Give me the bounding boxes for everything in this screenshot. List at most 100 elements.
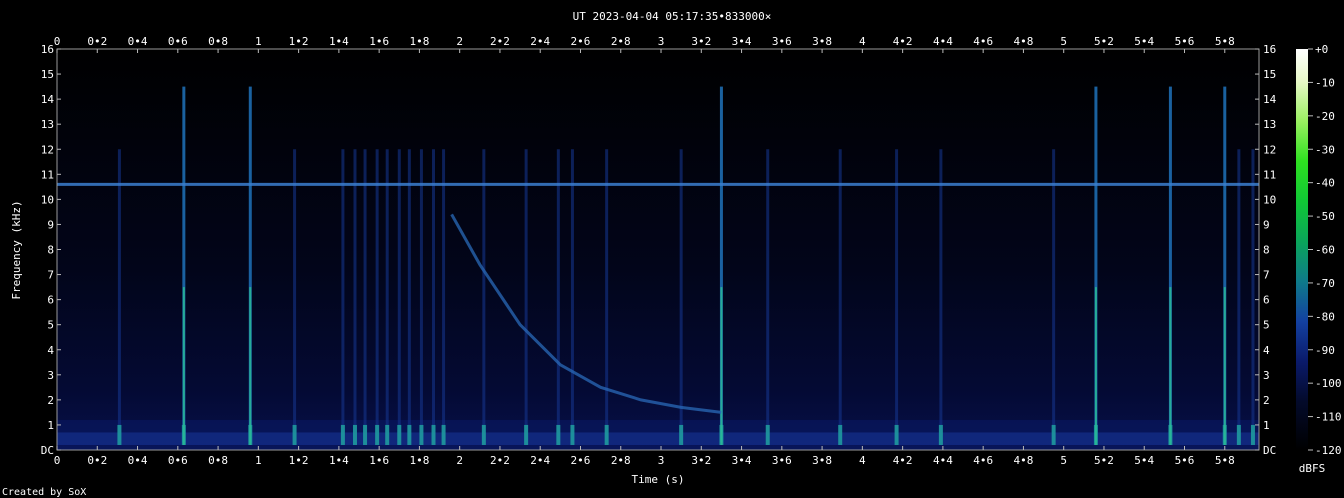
x-tick-label: 5•8 — [1215, 454, 1235, 467]
sferic-base — [604, 424, 609, 445]
colorbar-tick-label: -100 — [1315, 377, 1342, 390]
y-tick-label: 7 — [47, 269, 54, 282]
x-tick-label-top: 1 — [255, 35, 262, 48]
y-tick-label: 13 — [41, 118, 54, 131]
sferic-core — [1094, 287, 1097, 445]
sferic-base — [556, 424, 561, 445]
y-tick-label: 3 — [47, 369, 54, 382]
x-tick-label: 5•4 — [1134, 454, 1154, 467]
y-tick-label-right: 4 — [1263, 344, 1270, 357]
x-tick-label: 1•2 — [289, 454, 309, 467]
colorbar-label: dBFS — [1299, 462, 1326, 475]
sferic-core — [1223, 287, 1226, 445]
y-tick-label-right: 16 — [1263, 43, 1276, 56]
colorbar-tick-label: +0 — [1315, 43, 1328, 56]
sferic-streak — [838, 149, 842, 443]
sferic-streak — [482, 149, 486, 443]
sferic-streak — [353, 149, 357, 443]
x-tick-label-top: 3•2 — [691, 35, 711, 48]
x-tick-label-top: 1•6 — [369, 35, 389, 48]
x-tick-label-top: 0•8 — [208, 35, 228, 48]
sferic-base — [938, 424, 943, 445]
x-tick-label-top: 3•6 — [772, 35, 792, 48]
y-tick-label-right: 14 — [1263, 93, 1277, 106]
x-tick-label-top: 5•6 — [1175, 35, 1195, 48]
sferic-streak — [397, 149, 401, 443]
colorbar-tick-label: -80 — [1315, 310, 1335, 323]
sferic-base — [397, 424, 402, 445]
x-tick-label-top: 3•8 — [812, 35, 832, 48]
low-frequency-core — [57, 432, 1259, 445]
sferic-base — [481, 424, 486, 445]
y-tick-label-right: 15 — [1263, 68, 1276, 81]
x-tick-label-top: 5•8 — [1215, 35, 1235, 48]
x-tick-label: 3 — [658, 454, 665, 467]
x-tick-label: 1•6 — [369, 454, 389, 467]
y-tick-label: 5 — [47, 319, 54, 332]
sferic-base — [679, 424, 684, 445]
sferic-streak — [570, 149, 574, 443]
colorbar-tick-label: -110 — [1315, 411, 1342, 424]
sferic-base — [419, 424, 424, 445]
x-tick-label-top: 0•6 — [168, 35, 188, 48]
colorbar-tick-label: -10 — [1315, 76, 1335, 89]
y-tick-label-right: 6 — [1263, 294, 1270, 307]
sferic-base — [570, 424, 575, 445]
x-tick-label: 3•6 — [772, 454, 792, 467]
y-tick-label: 16 — [41, 43, 54, 56]
x-tick-label: 3•4 — [732, 454, 752, 467]
x-tick-label-top: 5•2 — [1094, 35, 1114, 48]
x-tick-label: 1•8 — [409, 454, 429, 467]
y-tick-label: 6 — [47, 294, 54, 307]
x-tick-label: 0•2 — [87, 454, 107, 467]
chart-title: UT 2023-04-04 05:17:35•833000× — [573, 10, 772, 23]
sferic-base — [765, 424, 770, 445]
sferic-base — [292, 424, 297, 445]
y-tick-label: 11 — [41, 168, 54, 181]
sferic-streak — [385, 149, 389, 443]
colorbar-tick-label: -30 — [1315, 143, 1335, 156]
x-tick-label: 2•6 — [571, 454, 591, 467]
x-tick-label-top: 0•4 — [128, 35, 148, 48]
sferic-streak — [766, 149, 770, 443]
x-tick-label-top: 4•2 — [893, 35, 913, 48]
x-tick-label-top: 1•2 — [289, 35, 309, 48]
sferic-base — [1250, 424, 1255, 445]
y-tick-label: 14 — [41, 93, 55, 106]
y-tick-label: 15 — [41, 68, 54, 81]
sferic-streak — [1052, 149, 1056, 443]
credit-text: Created by SoX — [2, 487, 86, 498]
y-tick-label: 2 — [47, 394, 54, 407]
sferic-streak — [117, 149, 121, 443]
y-tick-label: 1 — [47, 419, 54, 432]
sferic-streak — [895, 149, 899, 443]
y-tick-label: 4 — [47, 344, 54, 357]
sferic-base — [363, 424, 368, 445]
x-tick-label: 2 — [456, 454, 463, 467]
x-tick-label: 0•6 — [168, 454, 188, 467]
x-tick-label-top: 5 — [1060, 35, 1067, 48]
sferic-streak — [442, 149, 446, 443]
colorbar — [1296, 49, 1308, 450]
x-tick-label: 0•4 — [128, 454, 148, 467]
colorbar-axis: +0 -10 -20 -30 -40 -50 -60 -70 -80 -90 -100 -110 -12… — [1308, 43, 1342, 457]
x-tick-label-top: 5•4 — [1134, 35, 1154, 48]
x-tick-label: 5 — [1060, 454, 1067, 467]
x-tick-label-top: 2•6 — [571, 35, 591, 48]
x-tick-label: 4•8 — [1013, 454, 1033, 467]
sferic-core — [720, 287, 723, 445]
y-tick-label-right: 3 — [1263, 369, 1270, 382]
spectrogram-chart: UT 2023-04-04 05:17:35•833000× 0 0 0•2 0•2 0… — [2, 10, 1342, 498]
sferic-streak — [375, 149, 379, 443]
x-tick-label-top: 0 — [54, 35, 61, 48]
y-tick-label-right: 5 — [1263, 319, 1270, 332]
y-tick-label-right: 7 — [1263, 269, 1270, 282]
sferic-streak — [1237, 149, 1241, 443]
x-tick-label: 4•2 — [893, 454, 913, 467]
sferic-streak — [556, 149, 560, 443]
x-tick-label: 4 — [859, 454, 866, 467]
sferic-streak — [293, 149, 297, 443]
sferic-streak — [432, 149, 436, 443]
x-tick-label-top: 4•4 — [933, 35, 953, 48]
x-tick-label-top: 4•6 — [973, 35, 993, 48]
